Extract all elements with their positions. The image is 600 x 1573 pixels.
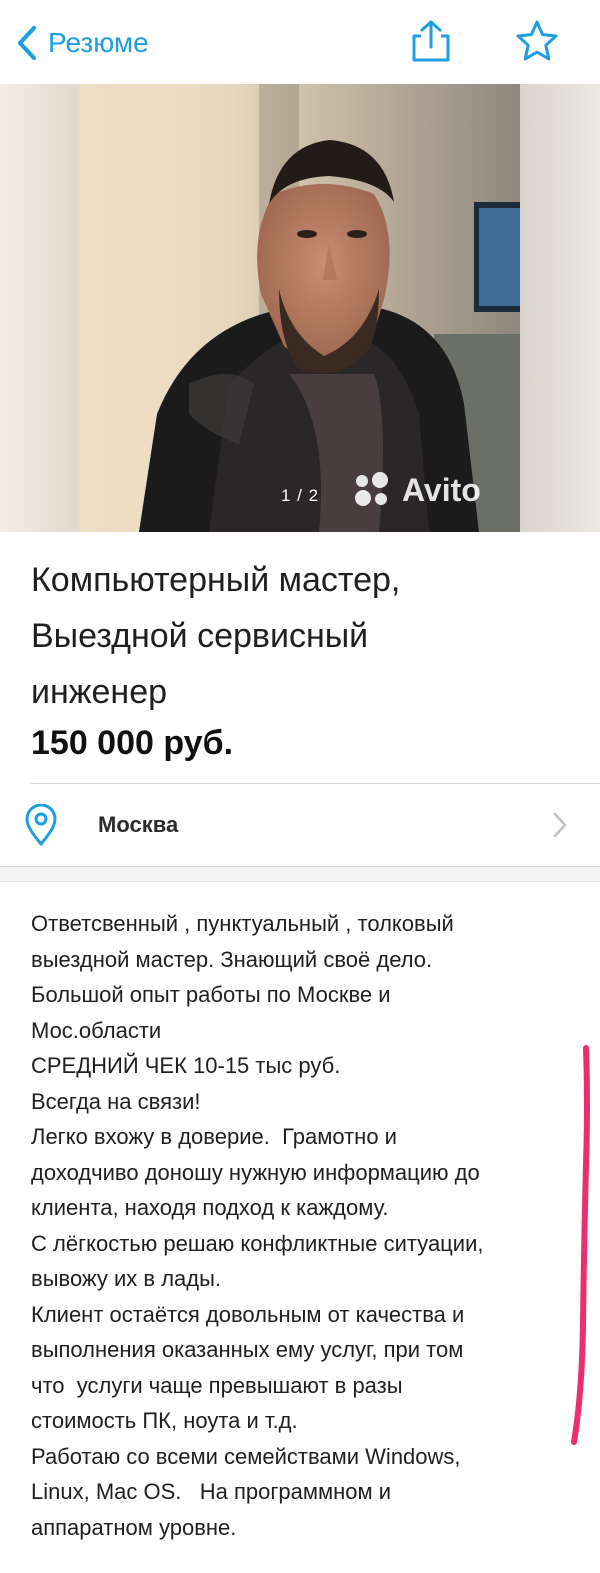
avito-watermark: Avito <box>350 468 481 512</box>
description-line: Легко вхожу в доверие. Грамотно и <box>31 1124 397 1149</box>
avito-logo-icon <box>355 472 388 506</box>
back-label: Резюме <box>48 27 149 58</box>
description-line: стоимость ПК, ноута и т.д. <box>31 1408 298 1433</box>
description-line: доходчиво доношу нужную информацию до <box>31 1159 480 1185</box>
photo-counter: 1 / 2 <box>280 486 320 505</box>
avito-watermark-text: Avito <box>402 471 481 508</box>
description-line: Клиент остаётся довольным от качества и <box>31 1301 465 1327</box>
location-row[interactable]: Москва <box>0 784 600 866</box>
share-button[interactable] <box>408 18 454 64</box>
previous-photo-edge <box>0 84 79 532</box>
map-pin-icon <box>25 804 57 846</box>
description-line: выездной мастер. Знающий своё дело. <box>31 946 433 972</box>
listing-description: Ответсвенный , пунктуальный , толковый в… <box>31 906 579 1545</box>
listing-title-line: Выездной сервисный <box>31 617 369 655</box>
star-icon <box>516 20 558 61</box>
profile-photo <box>79 84 520 532</box>
person-photo-illustration <box>79 84 520 532</box>
description-line: Ответсвенный , пунктуальный , толковый <box>31 911 454 936</box>
description-line: СРЕДНИЙ ЧЕК 10-15 тыс руб. <box>31 1053 341 1078</box>
listing-price: 150 000 руб. <box>31 724 234 762</box>
chevron-left-icon <box>17 25 37 61</box>
nav-bar: Резюме <box>0 0 600 84</box>
description-line: вывожу их в лады. <box>31 1266 222 1291</box>
next-photo-edge <box>520 84 600 532</box>
description-line: С лёгкостью решаю конфликтные ситуации, <box>31 1230 484 1256</box>
favorite-button[interactable] <box>514 18 560 64</box>
description-line: Работаю со всеми семействами Windows, <box>31 1443 461 1469</box>
description-line: аппаратном уровне. <box>31 1514 237 1540</box>
description-line: Большой опыт работы по Москве и <box>31 982 391 1007</box>
back-button[interactable]: Резюме <box>14 22 149 64</box>
listing-title-line: инженер <box>31 673 168 711</box>
description-line: Всегда на связи! <box>31 1088 201 1114</box>
share-icon <box>412 20 450 62</box>
description-line: выполнения оказанных ему услуг, при том <box>31 1337 464 1362</box>
description-line: что услуги чаще превышают в разы <box>31 1372 403 1398</box>
description-line: Linux, Mac OS. На программном и <box>31 1479 392 1504</box>
listing-title: Компьютерный мастер, Выездной сервисный … <box>31 552 571 720</box>
photo-gallery[interactable]: 1 / 2 Avito <box>0 84 600 532</box>
listing-title-line: Компьютерный мастер, <box>31 561 401 599</box>
description-line: клиента, находя подход к каждому. <box>31 1195 389 1220</box>
section-separator <box>0 866 600 882</box>
description-line: Мос.области <box>31 1017 162 1043</box>
location-city: Москва <box>98 812 179 837</box>
chevron-right-icon <box>553 812 567 838</box>
highlight-annotation-mark <box>571 1045 590 1445</box>
